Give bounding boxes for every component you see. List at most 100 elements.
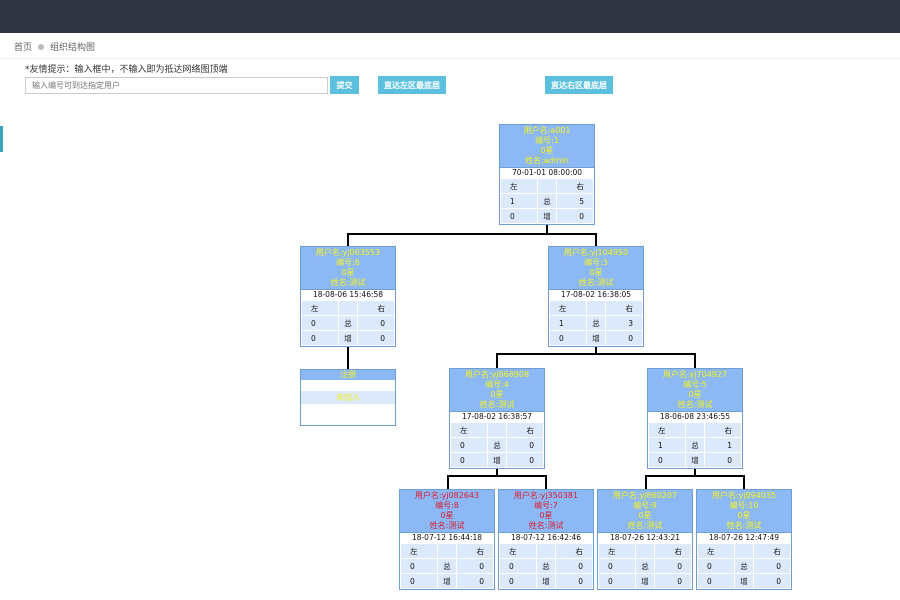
star-level: 0星 (589, 268, 603, 277)
username: 用户名:yj704927 (662, 370, 728, 379)
breadcrumb-current: 组织结构图 (50, 43, 96, 53)
card-header: 用户名:a001 编号:1 0星 姓名:admin (500, 125, 594, 167)
left-bottom-button[interactable]: 直达左区最底层 (378, 76, 446, 94)
add-label: 增 (338, 330, 358, 346)
add-left: 0 (499, 208, 539, 224)
total-left: 1 (647, 437, 687, 453)
right-label: 右 (554, 543, 594, 559)
card-header: 用户名:yj063553 编号:6 0星 姓名:测试 (301, 247, 395, 289)
total-right: 0 (356, 315, 396, 331)
username: 用户名:yj082643 (414, 491, 480, 500)
username: 用户名:yj104950 (563, 248, 629, 257)
left-label: 左 (499, 178, 539, 194)
empty-cell (487, 422, 507, 438)
stats-table: 左右0总00增0 (300, 300, 396, 346)
stats-table: 左右0总00增0 (498, 543, 594, 589)
member-number: 编号:7 (534, 501, 558, 510)
add-label: 增 (437, 573, 457, 589)
card-header: 用户名:yj704927 编号:5 0星 姓名:测试 (648, 369, 742, 411)
left-label: 左 (548, 300, 588, 316)
total-label: 总 (338, 315, 358, 331)
divider (0, 58, 900, 59)
member-number: 编号:3 (584, 258, 608, 267)
member-card[interactable]: 用户名:yj094035 编号:10 0星 姓名:测试 18-07-26 12:47:4… (696, 489, 792, 590)
empty-cell (437, 543, 457, 559)
stats-table: 左右0总00增0 (696, 543, 792, 589)
right-label: 右 (752, 543, 792, 559)
star-level: 0星 (539, 511, 553, 520)
join-time: 70-01-01 08:00:00 (500, 167, 594, 178)
connector (496, 353, 696, 355)
member-name: 姓名:测试 (726, 521, 762, 530)
right-label: 右 (505, 422, 545, 438)
member-name: 姓名:测试 (479, 400, 515, 409)
connector (743, 475, 745, 489)
add-right: 0 (653, 573, 693, 589)
join-time: 18-07-12 16:42:46 (499, 532, 593, 543)
stats-table: 左右0总00增0 (449, 422, 545, 468)
username: 用户名:yj868908 (464, 370, 530, 379)
join-time: 18-07-26 12:47:49 (697, 532, 791, 543)
member-card[interactable]: 用户名:yj868908 编号:4 0星 姓名:测试 17-08-02 16:38:57… (449, 368, 545, 469)
member-card[interactable]: 用户名:yj082643 编号:8 0星 姓名:测试 18-07-12 16:44:18… (399, 489, 495, 590)
member-card-root[interactable]: 用户名:a001 编号:1 0星 姓名:admin 70-01-01 08:00:00 左… (499, 124, 595, 225)
join-time: 18-07-12 16:44:18 (400, 532, 494, 543)
member-number: 编号:5 (683, 380, 707, 389)
search-input[interactable] (25, 77, 328, 94)
total-left: 0 (449, 437, 489, 453)
member-card[interactable]: 用户名:yj063553 编号:6 0星 姓名:测试 18-08-06 15:46:58… (300, 246, 396, 347)
empty-cell (338, 300, 358, 316)
register-slot[interactable]: 注册 未加入 (300, 369, 396, 426)
empty-cell (734, 543, 754, 559)
right-bottom-button[interactable]: 直达右区最底层 (545, 76, 613, 94)
total-label: 总 (685, 437, 705, 453)
member-name: 姓名:测试 (330, 278, 366, 287)
tip-text: *友情提示：输入框中，不输入即为抵达网络图顶端 (25, 65, 228, 75)
add-label: 增 (586, 330, 606, 346)
left-label: 左 (597, 543, 637, 559)
right-label: 右 (653, 543, 693, 559)
total-right: 0 (752, 558, 792, 574)
stats-table: 左右1总50增0 (499, 178, 595, 224)
total-left: 0 (399, 558, 439, 574)
connector (545, 475, 547, 489)
add-left: 0 (548, 330, 588, 346)
member-card[interactable]: 用户名:yj104950 编号:3 0星 姓名:测试 17-08-02 16:38:05… (548, 246, 644, 347)
total-right: 3 (604, 315, 644, 331)
connector (347, 233, 349, 247)
join-time: 18-07-26 12:43:21 (598, 532, 692, 543)
register-join-label: 未加入 (301, 392, 395, 404)
empty-cell (536, 543, 556, 559)
add-right: 0 (554, 573, 594, 589)
stats-table: 左右1总30增0 (548, 300, 644, 346)
total-left: 1 (548, 315, 588, 331)
member-card[interactable]: 用户名:yj860207 编号:9 0星 姓名:测试 18-07-26 12:43:21… (597, 489, 693, 590)
star-level: 0星 (440, 511, 454, 520)
left-label: 左 (399, 543, 439, 559)
sidebar-edge (0, 126, 3, 152)
member-number: 编号:8 (435, 501, 459, 510)
submit-button[interactable]: 提交 (330, 76, 359, 94)
member-card[interactable]: 用户名:yj350381 编号:7 0星 姓名:测试 18-07-12 16:42:46… (498, 489, 594, 590)
add-right: 0 (604, 330, 644, 346)
right-label: 右 (604, 300, 644, 316)
total-left: 0 (597, 558, 637, 574)
total-label: 总 (635, 558, 655, 574)
top-navbar (0, 0, 900, 33)
member-number: 编号:1 (535, 136, 559, 145)
join-time: 18-08-06 15:46:58 (301, 289, 395, 300)
add-label: 增 (685, 452, 705, 468)
member-name: 姓名:测试 (627, 521, 663, 530)
left-label: 左 (696, 543, 736, 559)
add-left: 0 (399, 573, 439, 589)
breadcrumb: 首页 组织结构图 (14, 40, 95, 53)
total-label: 总 (437, 558, 457, 574)
member-card[interactable]: 用户名:yj704927 编号:5 0星 姓名:测试 18-06-08 23:46:55… (647, 368, 743, 469)
breadcrumb-home[interactable]: 首页 (14, 40, 32, 53)
connector (645, 475, 745, 477)
register-title[interactable]: 注册 (301, 370, 395, 380)
total-label: 总 (487, 437, 507, 453)
join-time: 18-06-08 23:46:55 (648, 411, 742, 422)
total-left: 1 (499, 193, 539, 209)
add-left: 0 (449, 452, 489, 468)
